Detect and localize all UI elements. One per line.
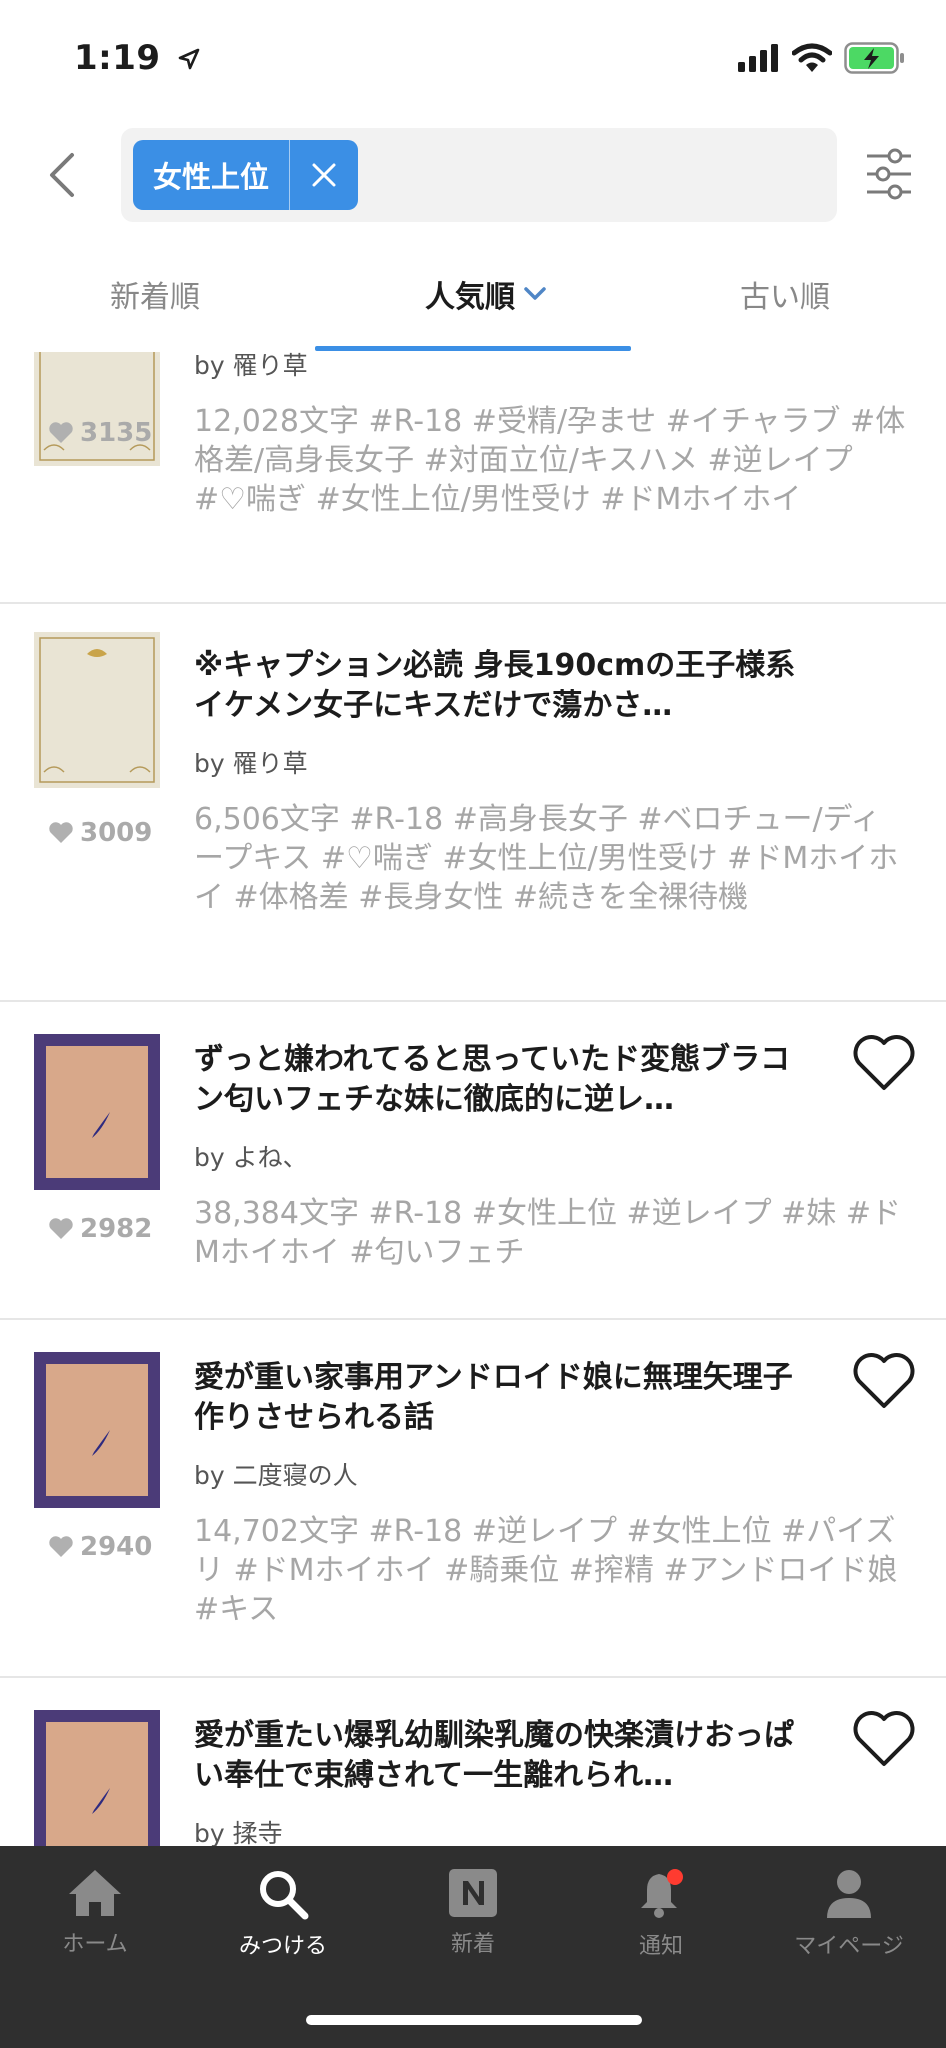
author[interactable]: by 二度寝の人 [194, 1456, 358, 1492]
tabbar-item-notifications[interactable]: 通知 [566, 1868, 756, 1960]
status-indicators [738, 42, 906, 74]
signal-icon [738, 44, 778, 72]
status-time: 1:19 [74, 38, 201, 78]
tabbar-item-mypage[interactable]: マイページ [754, 1868, 944, 1960]
favorite-heart-icon[interactable] [852, 1710, 916, 1768]
list-item[interactable]: 3135 by 罹り草 12,028文字 #R-18 #受精/孕ませ #イチャラ… [0, 340, 946, 604]
location-arrow-icon [178, 48, 200, 70]
chevron-down-icon [524, 287, 546, 300]
tabbar-label-home: ホーム [62, 1932, 128, 1957]
tabbar-label-mypage: マイページ [794, 1934, 904, 1959]
author[interactable]: by よね、 [194, 1138, 308, 1174]
search-icon [260, 1871, 309, 1920]
clock: 1:19 [74, 38, 161, 78]
cover-thumbnail [34, 1352, 160, 1508]
works-list[interactable]: 3135 by 罹り草 12,028文字 #R-18 #受精/孕ませ #イチャラ… [0, 340, 946, 1846]
status-bar: 1:19 [0, 0, 946, 120]
active-tab-indicator [315, 346, 631, 351]
like-count-value: 3009 [80, 818, 153, 848]
sliders-icon [867, 148, 911, 200]
n-badge-icon [449, 1869, 497, 1917]
search-tag-label: 女性上位 [153, 160, 270, 194]
close-icon [312, 163, 336, 187]
list-item[interactable]: 2940 愛が重い家事用アンドロイド娘に無理矢理子作りさせられる話 by 二度寝… [0, 1320, 946, 1678]
work-title[interactable]: 愛が重い家事用アンドロイド娘に無理矢理子作りさせられる話 [194, 1358, 814, 1438]
filter-settings-button[interactable] [864, 146, 914, 202]
bell-icon [641, 1869, 683, 1918]
like-count-value: 2940 [80, 1532, 153, 1562]
work-meta: 38,384文字 #R-18 #女性上位 #逆レイプ #妹 #ドMホイホイ #匂… [194, 1196, 901, 1270]
work-title[interactable]: 愛が重たい爆乳幼馴染乳魔の快楽漬けおっぱい奉仕で束縛されて一生離れられ… [194, 1716, 814, 1796]
search-box[interactable]: 女性上位 [121, 128, 837, 222]
tabbar-label-new: 新着 [450, 1932, 495, 1957]
like-count: 3135 [48, 418, 152, 448]
work-meta: 14,702文字 #R-18 #逆レイプ #女性上位 #パイズリ #ドMホイホイ… [194, 1514, 898, 1627]
cover-thumbnail [34, 1034, 160, 1190]
like-count: 2982 [48, 1214, 152, 1244]
tab-popular[interactable]: 人気順 [425, 272, 547, 316]
author[interactable]: by 揉寺 [194, 1814, 283, 1846]
chevron-left-icon [50, 153, 74, 197]
list-item[interactable]: 愛が重たい爆乳幼馴染乳魔の快楽漬けおっぱい奉仕で束縛されて一生離れられ… by … [0, 1678, 946, 1846]
remove-tag-button[interactable] [290, 140, 358, 210]
back-button[interactable] [34, 142, 90, 208]
like-count-value: 2982 [80, 1214, 153, 1244]
cover-thumbnail [34, 632, 160, 788]
tab-popular-label: 人気順 [425, 280, 515, 315]
work-title[interactable]: ずっと嫌われてると思っていたド変態ブラコン匂いフェチな妹に徹底的に逆レ… [194, 1040, 814, 1120]
favorite-heart-icon[interactable] [852, 1352, 916, 1410]
heart-filled-icon [49, 1218, 73, 1239]
heart-filled-icon [49, 822, 73, 843]
heart-filled-icon [49, 1536, 73, 1557]
tabbar-item-discover[interactable]: みつける [188, 1868, 378, 1960]
author[interactable]: by 罹り草 [194, 744, 308, 780]
wifi-icon [792, 43, 832, 72]
sort-tabs: 新着順 人気順 古い順 [0, 240, 946, 352]
search-header: 女性上位 [0, 120, 946, 230]
search-tag-chip[interactable]: 女性上位 [133, 140, 359, 210]
list-item[interactable]: 3009 ※キャプション必読 身長190cmの王子様系イケメン女子にキスだけで蕩… [0, 604, 946, 1002]
house-icon [69, 1870, 121, 1916]
tab-oldest[interactable]: 古い順 [740, 272, 830, 316]
cover-thumbnail [34, 1710, 160, 1846]
list-item[interactable]: 2982 ずっと嫌われてると思っていたド変態ブラコン匂いフェチな妹に徹底的に逆レ… [0, 1002, 946, 1320]
tabbar-label-notifications: 通知 [638, 1934, 683, 1959]
favorite-heart-icon[interactable] [852, 1034, 916, 1092]
battery-charging-icon [844, 42, 904, 74]
work-title[interactable]: ※キャプション必読 身長190cmの王子様系イケメン女子にキスだけで蕩かさ… [194, 646, 814, 726]
tab-newest[interactable]: 新着順 [110, 272, 200, 316]
heart-filled-icon [49, 422, 73, 443]
person-icon [827, 1870, 871, 1918]
tabbar-item-home[interactable]: ホーム [0, 1868, 190, 1958]
like-count: 2940 [48, 1532, 152, 1562]
home-indicator[interactable] [306, 2015, 642, 2025]
work-meta: 12,028文字 #R-18 #受精/孕ませ #イチャラブ #体格差/高身長女子… [194, 404, 906, 517]
tabbar-item-new[interactable]: 新着 [378, 1868, 568, 1958]
work-meta: 6,506文字 #R-18 #高身長女子 #ベロチュー/ディープキス #♡喘ぎ … [194, 802, 899, 915]
like-count-value: 3135 [80, 418, 153, 448]
tabbar-label-discover: みつける [238, 1934, 327, 1959]
like-count: 3009 [48, 818, 152, 848]
